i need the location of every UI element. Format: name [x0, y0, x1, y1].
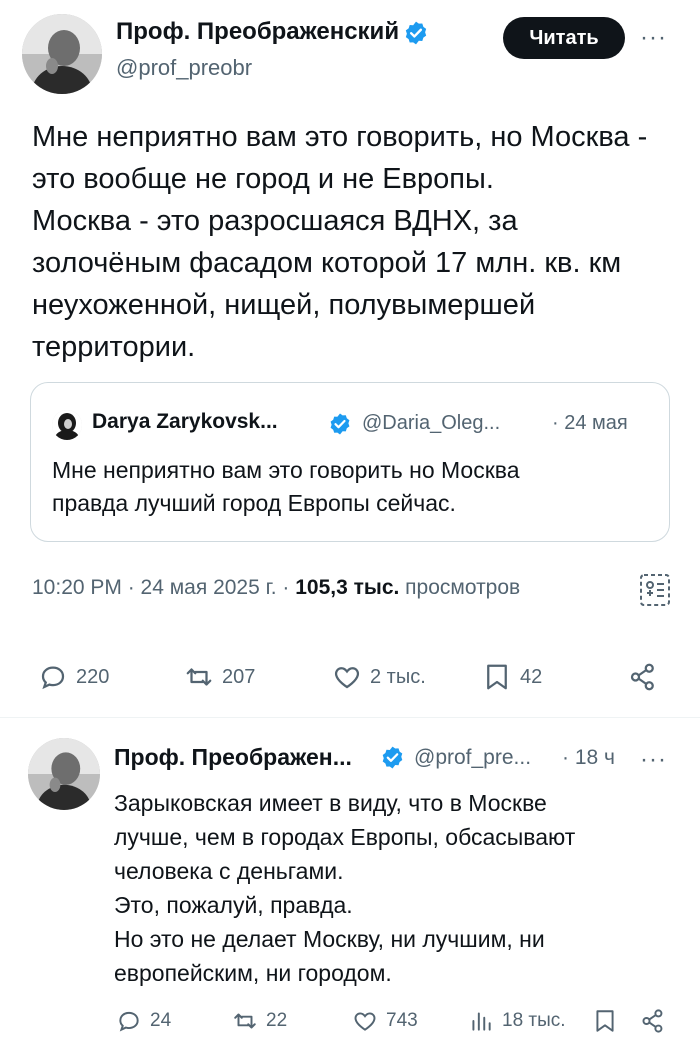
like-action[interactable]: 2 тыс. — [332, 662, 426, 692]
read-button[interactable]: Читать — [503, 17, 625, 59]
reply-like-count: 743 — [386, 1010, 418, 1031]
reply-reply-count: 24 — [150, 1010, 172, 1031]
bookmark-icon — [482, 662, 512, 692]
reply-icon — [116, 1008, 142, 1034]
heart-icon — [332, 662, 362, 692]
reply-views-action[interactable]: 18 тыс. — [468, 1008, 566, 1034]
quote-verified-badge-icon — [328, 412, 352, 436]
tweet-body: Мне неприятно вам это говорить, но Москв… — [32, 121, 648, 363]
verified-badge-icon — [403, 20, 429, 46]
more-options-icon[interactable]: ··· — [640, 26, 667, 50]
reply-text: Зарыковская имеет в виду, что в Москве л… — [114, 790, 576, 986]
retweet-icon — [184, 662, 214, 692]
author-avatar[interactable] — [22, 14, 102, 94]
reply-author-avatar[interactable] — [28, 738, 100, 810]
views-count: 105,3 тыс. — [295, 576, 400, 599]
reply-like-action[interactable]: 743 — [352, 1008, 418, 1034]
bookmark-count: 42 — [520, 665, 543, 688]
reply-time: · 18 ч — [562, 746, 615, 769]
bookmark-icon — [592, 1008, 618, 1034]
author-handle[interactable]: @prof_preobr — [116, 55, 252, 81]
share-action[interactable] — [628, 662, 658, 692]
quote-author-handle[interactable]: @Daria_Oleg... — [362, 412, 500, 435]
heart-icon — [352, 1008, 378, 1034]
reply-more-options-icon[interactable]: ··· — [640, 748, 667, 772]
reply-action[interactable]: 220 — [38, 662, 109, 692]
reply-count: 220 — [76, 665, 110, 688]
retweet-count: 207 — [222, 665, 256, 688]
reply-verified-badge-icon — [380, 745, 405, 770]
reply-retweet-count: 22 — [266, 1010, 288, 1031]
bar-chart-icon — [468, 1008, 494, 1034]
quote-date: · 24 мая — [552, 412, 628, 434]
reply-author-name[interactable]: Проф. Преображен... — [114, 744, 352, 771]
reply-author-handle[interactable]: @prof_pre... — [414, 746, 531, 770]
tweet-text: Мне неприятно вам это говорить, но Москв… — [32, 116, 672, 368]
reply-retweet-action[interactable]: 22 — [232, 1008, 287, 1034]
analytics-icon[interactable] — [638, 572, 672, 608]
author-name[interactable]: Проф. Преображенский — [116, 18, 399, 46]
tweet-meta: 10:20 PM · 24 мая 2025 г. · 105,3 тыс. п… — [32, 576, 520, 600]
quote-author-avatar[interactable] — [52, 410, 82, 440]
reply-bookmark-action[interactable] — [592, 1008, 618, 1034]
views-label: просмотров — [399, 576, 521, 599]
share-icon — [640, 1008, 666, 1034]
tweet-divider — [0, 717, 700, 718]
reply-views-count: 18 тыс. — [502, 1010, 566, 1031]
like-count: 2 тыс. — [370, 665, 426, 688]
reply-share-action[interactable] — [640, 1008, 666, 1034]
tweet-timestamp[interactable]: 10:20 PM · 24 мая 2025 г. · — [32, 576, 295, 599]
quote-text: Мне неприятно вам это говорить но Москва… — [52, 457, 520, 516]
reply-icon — [38, 662, 68, 692]
retweet-icon — [232, 1008, 258, 1034]
quote-author-name[interactable]: Darya Zarykovsk... — [92, 410, 278, 434]
share-icon — [628, 662, 658, 692]
bookmark-action[interactable]: 42 — [482, 662, 542, 692]
reply-reply-action[interactable]: 24 — [116, 1008, 171, 1034]
retweet-action[interactable]: 207 — [184, 662, 255, 692]
